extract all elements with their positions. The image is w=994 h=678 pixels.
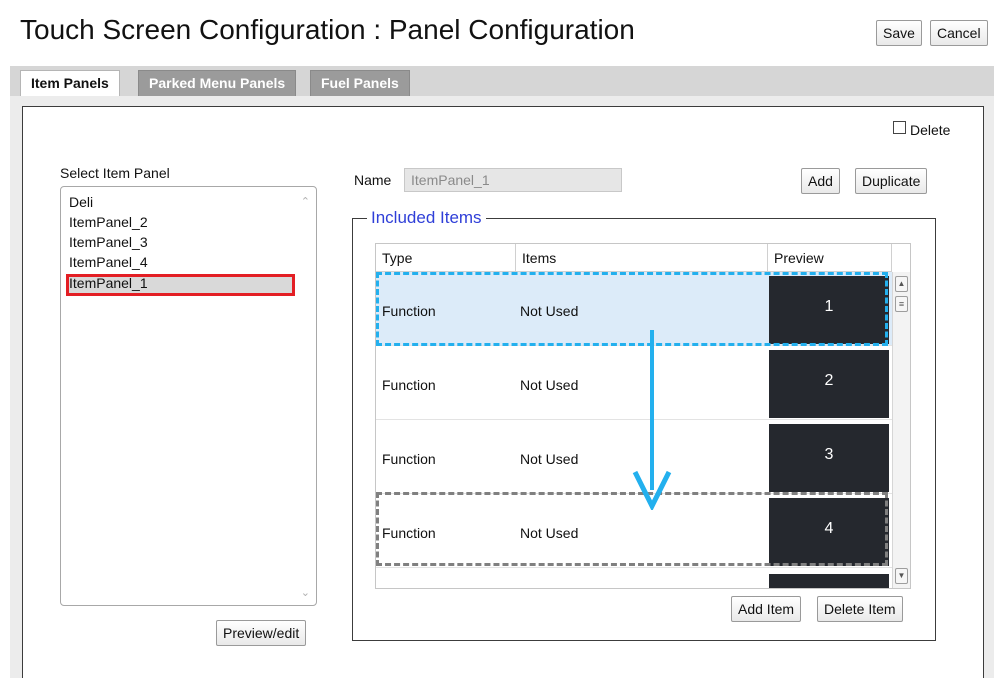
select-item-panel-label: Select Item Panel — [60, 165, 170, 181]
name-label: Name — [354, 172, 392, 188]
tab-item-panels[interactable]: Item Panels — [20, 70, 120, 98]
drag-source-outline — [376, 272, 888, 346]
row-item: Not Used — [520, 377, 579, 393]
column-header-type[interactable]: Type — [376, 244, 516, 272]
add-item-button[interactable]: Add Item — [731, 596, 802, 622]
preview-edit-button[interactable]: Preview/edit — [216, 620, 307, 646]
cancel-button[interactable]: Cancel — [930, 20, 988, 46]
add-button[interactable]: Add — [801, 168, 840, 194]
delete-checkbox[interactable] — [893, 121, 906, 134]
column-header-items[interactable]: Items — [516, 244, 768, 272]
scroll-down-icon[interactable]: ⌄ — [301, 586, 310, 599]
table-row[interactable]: Function Not Used 2 — [376, 346, 892, 420]
drag-arrow-head-icon — [632, 470, 672, 510]
row-type: Function — [382, 451, 436, 467]
preview-tile-partial — [769, 574, 889, 588]
grid-scrollbar[interactable]: ▲ ≡ ▼ — [892, 272, 910, 588]
item-panel-listbox[interactable]: Deli ItemPanel_2 ItemPanel_3 ItemPanel_4… — [60, 186, 317, 606]
list-item[interactable]: Deli — [69, 194, 93, 210]
duplicate-button[interactable]: Duplicate — [855, 168, 928, 194]
drag-arrow-shaft — [650, 330, 654, 490]
list-item-selected[interactable]: ItemPanel_1 — [69, 275, 148, 291]
row-type: Function — [382, 377, 436, 393]
page-title: Touch Screen Configuration : Panel Confi… — [20, 14, 635, 45]
tab-bar: Item Panels Parked Menu Panels Fuel Pane… — [10, 66, 994, 98]
scroll-down-icon[interactable]: ▼ — [895, 568, 908, 584]
included-items-legend: Included Items — [367, 208, 486, 228]
delete-item-button[interactable]: Delete Item — [817, 596, 903, 622]
list-item[interactable]: ItemPanel_4 — [69, 254, 148, 270]
list-item[interactable]: ItemPanel_3 — [69, 234, 148, 250]
delete-label: Delete — [910, 122, 951, 138]
name-field[interactable] — [404, 168, 622, 192]
scroll-thumb-grip-icon[interactable]: ≡ — [895, 296, 908, 312]
column-header-preview[interactable]: Preview — [768, 244, 892, 272]
tab-fuel-panels[interactable]: Fuel Panels — [310, 70, 410, 96]
scroll-up-icon[interactable]: ▲ — [895, 276, 908, 292]
preview-tile[interactable]: 2 — [769, 350, 889, 418]
row-item: Not Used — [520, 451, 579, 467]
list-item[interactable]: ItemPanel_2 — [69, 214, 148, 230]
preview-tile[interactable]: 3 — [769, 424, 889, 492]
save-button[interactable]: Save — [876, 20, 922, 46]
tab-parked-menu-panels[interactable]: Parked Menu Panels — [138, 70, 297, 96]
scroll-up-icon[interactable]: ⌃ — [301, 195, 310, 208]
